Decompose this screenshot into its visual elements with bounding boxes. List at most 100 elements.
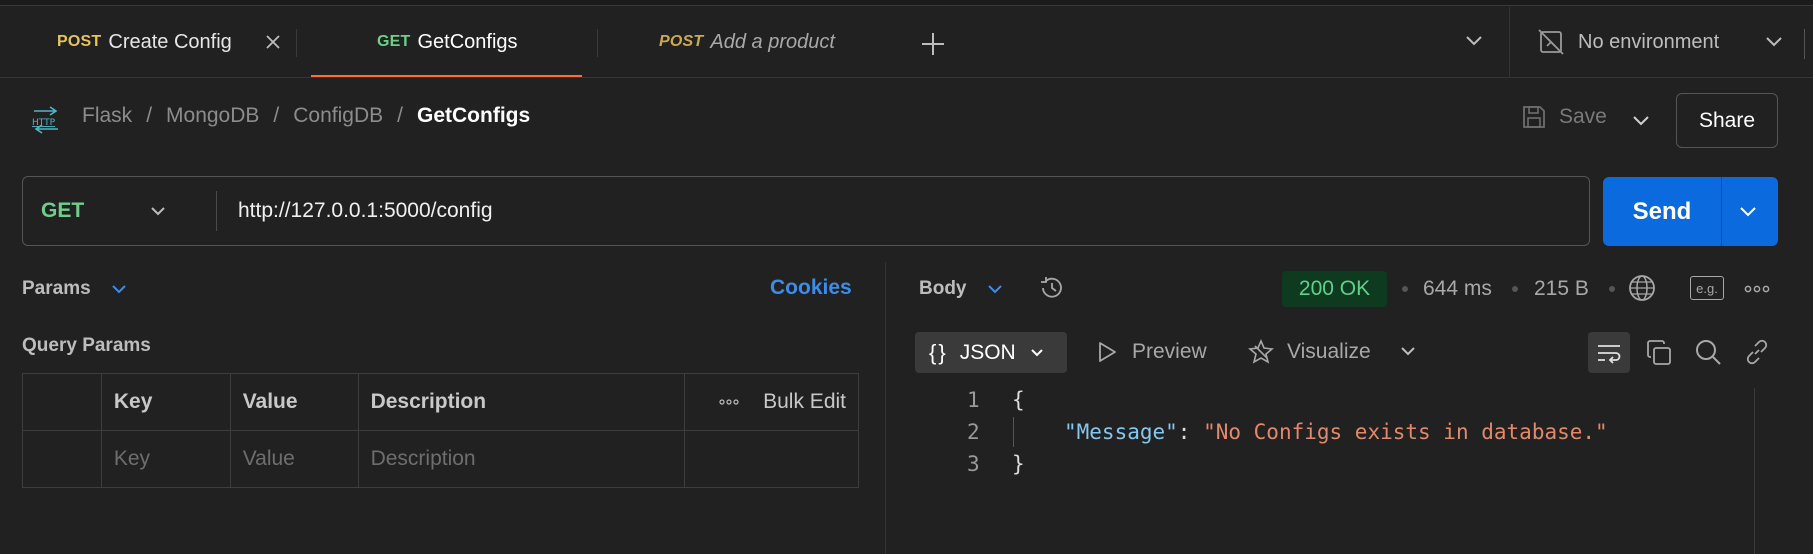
description-input[interactable]: Description (357, 430, 686, 488)
response-time[interactable]: 644 ms (1423, 277, 1492, 301)
tab-method: POST (659, 33, 704, 50)
code-text: } (1012, 452, 1025, 476)
breadcrumb-item-mongodb[interactable]: MongoDB (166, 104, 259, 128)
close-icon[interactable] (265, 34, 281, 50)
scrollbar-track[interactable] (1754, 388, 1755, 554)
column-header-description: Description (357, 373, 686, 431)
active-tab-indicator (311, 75, 582, 77)
tab-label: Add a product (710, 30, 835, 53)
breadcrumb-item-flask[interactable]: Flask (82, 104, 132, 128)
line-number: 1 (967, 388, 980, 412)
params-tab[interactable]: Params (22, 278, 127, 300)
key-input[interactable]: Key (100, 430, 231, 488)
chevron-down-icon (150, 206, 166, 217)
chevron-down-icon (1030, 348, 1044, 358)
link-icon[interactable] (1743, 338, 1771, 366)
query-params-title: Query Params (22, 335, 151, 356)
window-edge-divider (1804, 29, 1805, 59)
visualize-button[interactable]: Visualize (1247, 338, 1371, 366)
format-json-select[interactable]: {} JSON (915, 332, 1067, 373)
save-button[interactable]: Save (1521, 104, 1607, 130)
tab-label: Create Config (108, 30, 232, 53)
checkbox-column-header (22, 373, 102, 431)
indent-guide (1013, 417, 1014, 447)
visualize-label: Visualize (1287, 340, 1371, 363)
format-label: JSON (959, 340, 1016, 364)
response-body-tab[interactable]: Body (919, 278, 1003, 300)
tab-add-a-product[interactable]: POST Add a product (659, 7, 835, 77)
window-top-strip (0, 0, 1813, 6)
wrap-lines-button[interactable] (1588, 332, 1630, 373)
breadcrumb-current-request[interactable]: GetConfigs (417, 104, 530, 128)
request-url-bar: GET http://127.0.0.1:5000/config (22, 176, 1590, 246)
breadcrumb-item-configdb[interactable]: ConfigDB (293, 104, 383, 128)
method-select[interactable]: GET (41, 177, 166, 245)
response-size[interactable]: 215 B (1534, 277, 1589, 301)
environment-selector[interactable]: No environment (1538, 7, 1783, 77)
bulk-edit-cell: Bulk Edit (684, 373, 859, 431)
no-environment-icon (1538, 29, 1564, 55)
preview-button[interactable]: Preview (1097, 340, 1207, 364)
breadcrumb-separator: / (146, 104, 153, 127)
json-value: "No Configs exists in database." (1203, 420, 1608, 444)
visualize-icon (1247, 338, 1275, 366)
share-button[interactable]: Share (1676, 93, 1778, 148)
row-checkbox-cell (22, 430, 102, 488)
preview-label: Preview (1132, 340, 1207, 363)
empty-cell (684, 430, 859, 488)
globe-icon[interactable] (1628, 274, 1656, 302)
meta-separator-dot (1609, 286, 1615, 292)
bulk-edit-button[interactable]: Bulk Edit (763, 390, 846, 414)
query-params-table: Key Value Description Bulk Edit Key Valu… (22, 373, 859, 488)
new-tab-plus-icon[interactable] (921, 32, 945, 56)
url-input[interactable]: http://127.0.0.1:5000/config (238, 177, 493, 245)
code-text: { (1012, 388, 1025, 412)
body-tab-label: Body (919, 278, 967, 299)
braces-icon: {} (929, 339, 948, 365)
value-input[interactable]: Value (229, 430, 359, 488)
save-options-chevron-down-icon[interactable] (1632, 115, 1650, 127)
tab-label: GetConfigs (417, 30, 518, 53)
http-request-icon: HTTP (30, 106, 62, 134)
pane-divider[interactable] (885, 262, 886, 554)
code-text: "Message": "No Configs exists in databas… (1064, 420, 1608, 444)
chevron-down-icon (1765, 36, 1783, 48)
column-header-key: Key (100, 373, 231, 431)
tabs-dropdown-chevron-down-icon[interactable] (1465, 35, 1483, 47)
more-options-icon[interactable] (1744, 285, 1770, 293)
wrap-lines-icon (1596, 342, 1622, 364)
tab-create-config[interactable]: POST Create Config (57, 7, 281, 77)
column-header-value: Value (229, 373, 359, 431)
json-key: "Message" (1064, 420, 1178, 444)
breadcrumb-separator: / (397, 104, 403, 127)
svg-text:HTTP: HTTP (32, 118, 56, 128)
meta-separator-dot (1402, 286, 1408, 292)
send-divider (1721, 177, 1722, 246)
history-icon[interactable] (1038, 274, 1066, 302)
send-button[interactable]: Send (1603, 177, 1721, 246)
cookies-link[interactable]: Cookies (770, 276, 852, 300)
line-number: 3 (967, 452, 980, 476)
chevron-down-icon (111, 284, 127, 295)
copy-icon[interactable] (1645, 339, 1673, 367)
search-icon[interactable] (1694, 338, 1722, 366)
tab-method: POST (57, 33, 102, 50)
table-row: Key Value Description (22, 430, 859, 488)
save-icon (1521, 104, 1547, 130)
status-badge[interactable]: 200 OK (1282, 271, 1387, 307)
line-number: 2 (967, 420, 980, 444)
breadcrumb: Flask / MongoDB / ConfigDB / GetConfigs (82, 104, 544, 128)
more-options-icon[interactable] (719, 399, 739, 405)
tab-divider (296, 29, 297, 57)
env-divider (1509, 7, 1510, 77)
url-divider (216, 191, 217, 231)
tab-bar: POST Create Config GET GetConfigs POST A… (0, 7, 1813, 78)
method-label: GET (41, 199, 85, 222)
chevron-down-icon (987, 284, 1003, 295)
tab-divider (597, 29, 598, 57)
visualize-options-chevron-down-icon[interactable] (1400, 346, 1416, 357)
save-as-example-icon[interactable]: e.g. (1690, 276, 1724, 300)
environment-label: No environment (1578, 30, 1720, 53)
send-options-chevron-down-icon[interactable] (1739, 206, 1757, 218)
tab-getconfigs[interactable]: GET GetConfigs (377, 7, 518, 77)
